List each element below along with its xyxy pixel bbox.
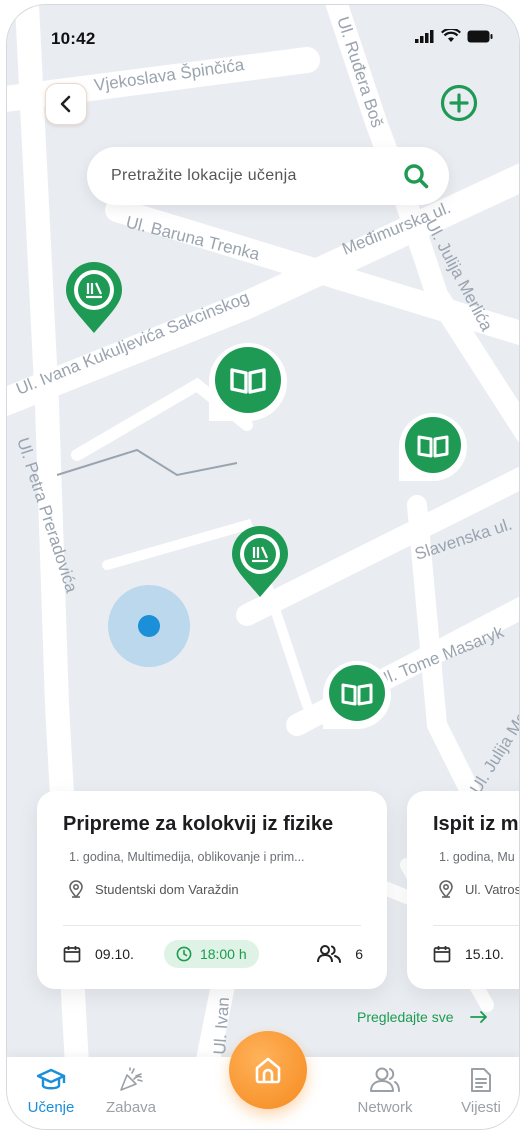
- card-divider: [433, 925, 519, 926]
- nav-label: Network: [357, 1099, 413, 1116]
- study-spot-pin[interactable]: [317, 655, 397, 735]
- event-location-label: Studentski dom Varaždin: [95, 881, 239, 897]
- my-location-dot: [138, 615, 160, 637]
- home-icon: [255, 1057, 281, 1084]
- see-all-label: Pregledajte sve: [357, 1009, 454, 1025]
- wifi-icon: [441, 29, 461, 42]
- nav-label: Vijesti: [461, 1099, 501, 1116]
- signal-icon: [415, 29, 434, 43]
- battery-icon: [467, 30, 493, 42]
- street-label: Ul. Ivan: [210, 996, 233, 1055]
- location-pin-icon: [439, 880, 453, 898]
- event-meta: 15.10.: [433, 939, 519, 969]
- event-date: 09.10.: [63, 945, 134, 963]
- phone-frame: Vjekoslava Špinčića Ul. Ruđera Boš Ul. B…: [6, 4, 520, 1130]
- status-bar: 10:42: [7, 5, 519, 61]
- search-bar[interactable]: [87, 147, 449, 205]
- event-participants-count: 6: [355, 946, 363, 962]
- event-date-label: 15.10.: [465, 946, 504, 962]
- event-subtitle: 1. godina, Multimedija, oblikovanje i pr…: [69, 850, 305, 864]
- search-input[interactable]: [111, 167, 403, 185]
- event-time-badge: 18:00 h: [163, 940, 259, 968]
- event-location-label: Ul. Vatros: [465, 881, 520, 897]
- library-pin[interactable]: [63, 261, 125, 335]
- event-date: 15.10.: [433, 945, 504, 963]
- nav-item-ucenje[interactable]: Učenje: [11, 1067, 91, 1116]
- back-button[interactable]: [45, 83, 87, 125]
- users-icon: [317, 945, 342, 963]
- search-icon[interactable]: [403, 163, 429, 189]
- event-location: Studentski dom Varaždin: [63, 880, 363, 898]
- arrow-right-icon: [469, 1011, 487, 1023]
- document-icon: [471, 1068, 491, 1092]
- clock-icon: [176, 946, 192, 962]
- nav-label: Učenje: [27, 1099, 75, 1116]
- nav-item-network[interactable]: Network: [345, 1067, 425, 1116]
- library-pin[interactable]: [229, 525, 291, 599]
- event-subtitle: 1. godina, Mu: [439, 850, 515, 864]
- location-pin-icon: [69, 880, 83, 898]
- card-divider: [63, 925, 361, 926]
- event-title: Ispit iz m: [433, 813, 519, 835]
- study-spot-pin[interactable]: [393, 407, 473, 487]
- status-time: 10:42: [51, 29, 96, 48]
- nav-item-vijesti[interactable]: Vijesti: [441, 1067, 519, 1116]
- users-icon: [370, 1067, 400, 1092]
- event-card[interactable]: Ispit iz m 1. godina, Mu Ul. Vatros 15.1…: [407, 791, 520, 989]
- event-date-label: 09.10.: [95, 946, 134, 962]
- event-card[interactable]: Pripreme za kolokvij iz fizike 1. godina…: [37, 791, 387, 989]
- event-title: Pripreme za kolokvij iz fizike: [63, 813, 334, 835]
- graduation-cap-icon: [36, 1068, 66, 1090]
- study-spot-pin[interactable]: [201, 335, 295, 429]
- event-meta: 09.10. 18:00 h 6: [63, 939, 363, 969]
- home-button[interactable]: [229, 1031, 307, 1109]
- plus-circle-icon: [440, 84, 478, 122]
- event-time-label: 18:00 h: [199, 946, 247, 962]
- event-participants: 6: [317, 944, 363, 964]
- party-popper-icon: [120, 1067, 143, 1091]
- add-location-button[interactable]: [439, 83, 479, 123]
- calendar-icon: [63, 946, 81, 963]
- see-all-link[interactable]: Pregledajte sve: [357, 1009, 488, 1025]
- chevron-left-icon: [60, 95, 71, 113]
- nav-item-zabava[interactable]: Zabava: [91, 1067, 171, 1116]
- status-icons: [415, 29, 493, 43]
- nav-label: Zabava: [105, 1099, 157, 1116]
- event-location: Ul. Vatros: [433, 880, 520, 898]
- calendar-icon: [433, 946, 451, 963]
